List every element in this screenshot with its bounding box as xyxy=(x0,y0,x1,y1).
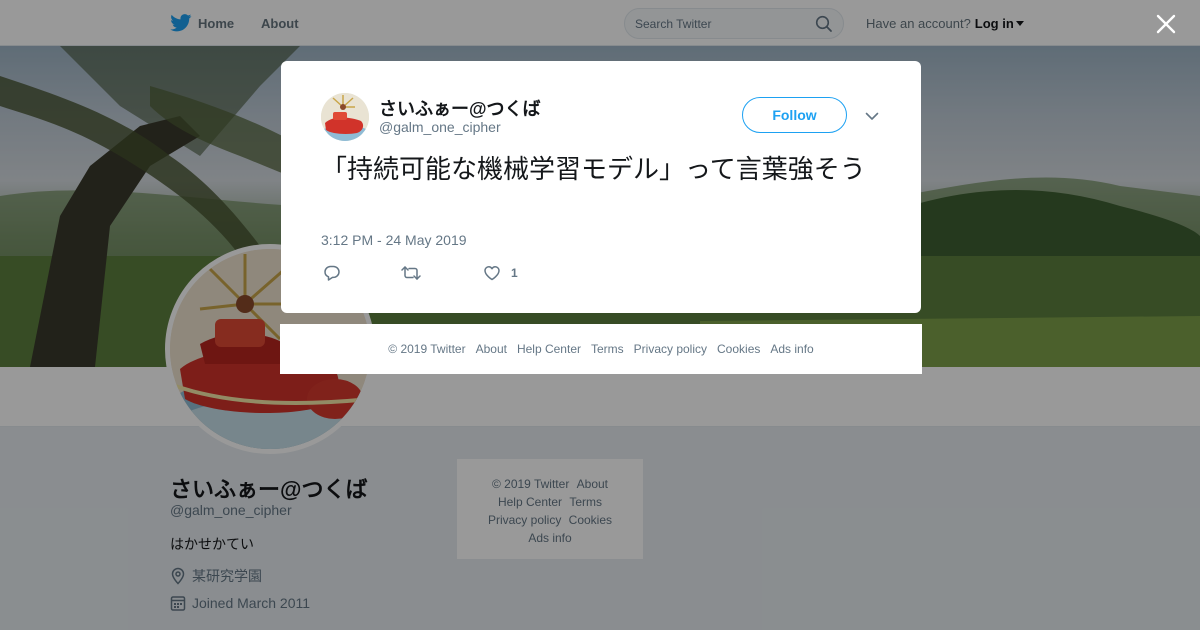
tweet-author-avatar[interactable] xyxy=(321,93,369,141)
tweet-card: さいふぁー@つくば @galm_one_cipher Follow 「持続可能な… xyxy=(281,61,921,313)
follow-button[interactable]: Follow xyxy=(742,97,847,133)
modal-footer-copyright: © 2019 Twitter xyxy=(388,342,466,356)
like-count: 1 xyxy=(511,266,518,280)
modal-footer-cookies[interactable]: Cookies xyxy=(717,342,760,356)
tweet-author-name[interactable]: さいふぁー@つくば xyxy=(379,95,541,121)
close-icon xyxy=(1156,14,1176,34)
modal-footer-ads[interactable]: Ads info xyxy=(770,342,813,356)
modal-footer-about[interactable]: About xyxy=(476,342,507,356)
modal-footer: © 2019 Twitter About Help Center Terms P… xyxy=(280,324,922,374)
retweet-button[interactable] xyxy=(401,263,421,283)
retweet-icon xyxy=(401,266,421,280)
like-button[interactable]: 1 xyxy=(483,263,518,283)
heart-icon xyxy=(484,266,500,281)
tweet-author-handle[interactable]: @galm_one_cipher xyxy=(379,119,501,135)
tweet-text: 「持続可能な機械学習モデル」って言葉強そう xyxy=(321,155,866,185)
modal-footer-privacy[interactable]: Privacy policy xyxy=(634,342,707,356)
close-button[interactable] xyxy=(1152,10,1180,38)
modal-footer-help[interactable]: Help Center xyxy=(517,342,581,356)
tweet-timestamp[interactable]: 3:12 PM - 24 May 2019 xyxy=(321,232,467,248)
avatar-illustration xyxy=(321,93,369,141)
modal-footer-terms[interactable]: Terms xyxy=(591,342,624,356)
reply-button[interactable] xyxy=(323,263,341,283)
chevron-down-icon xyxy=(865,112,879,120)
tweet-more-button[interactable] xyxy=(863,107,881,125)
reply-icon xyxy=(324,265,340,281)
